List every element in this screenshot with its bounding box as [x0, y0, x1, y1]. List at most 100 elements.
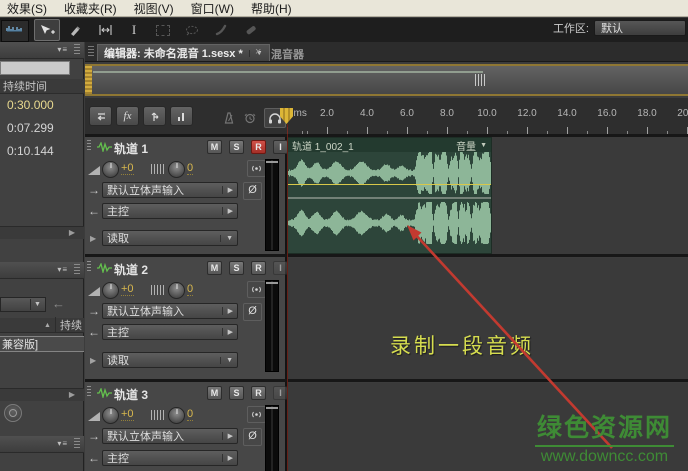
- automation-dropdown[interactable]: 读取 ▼: [102, 230, 238, 246]
- track-name[interactable]: 轨道 2: [114, 261, 148, 278]
- tab-mixer[interactable]: 混音器: [271, 46, 304, 62]
- output-dropdown[interactable]: 主控 ▶: [102, 203, 238, 219]
- track-divider[interactable]: [85, 379, 688, 382]
- pan-knob[interactable]: [168, 407, 185, 424]
- panel-grip-icon[interactable]: [88, 46, 94, 58]
- panel-menu-icon[interactable]: ▾≡: [57, 439, 68, 448]
- track-io-toggle-button[interactable]: [89, 106, 112, 126]
- input-monitor-button[interactable]: I: [273, 261, 288, 275]
- clip-header[interactable]: 轨道 1_002_1 音量 ▼: [288, 138, 491, 152]
- navigator-grip-icon[interactable]: [475, 74, 487, 86]
- marquee-selection-tool-icon[interactable]: [150, 19, 176, 41]
- clip-volume-label[interactable]: 音量: [456, 138, 476, 153]
- pan-knob[interactable]: [168, 161, 185, 178]
- volume-knob[interactable]: [102, 407, 119, 424]
- pan-knob[interactable]: [168, 282, 185, 299]
- panel-menu-icon[interactable]: ▾≡: [57, 265, 68, 274]
- track-divider[interactable]: [85, 254, 688, 257]
- track-drag-handle[interactable]: [87, 140, 91, 152]
- pan-value[interactable]: 0: [187, 409, 193, 421]
- back-arrow-icon[interactable]: ←: [52, 296, 65, 311]
- disclosure-arrow-icon[interactable]: ▶: [90, 234, 96, 243]
- volume-knob[interactable]: [102, 161, 119, 178]
- paintbrush-tool-icon[interactable]: [208, 19, 234, 41]
- metering-toggle-button[interactable]: [170, 106, 193, 126]
- input-monitor-button[interactable]: I: [273, 140, 288, 154]
- files-column-header[interactable]: ▲ 持续: [0, 318, 84, 333]
- volume-knob[interactable]: [102, 282, 119, 299]
- automation-toggle-button[interactable]: [143, 106, 166, 126]
- volume-value[interactable]: +0: [121, 284, 134, 296]
- input-dropdown[interactable]: 默认立体声输入 ▶: [102, 303, 238, 319]
- input-dropdown[interactable]: 默认立体声输入 ▶: [102, 428, 238, 444]
- record-arm-button[interactable]: R: [251, 261, 266, 275]
- scroll-right-icon[interactable]: ▶: [69, 228, 75, 237]
- chevron-down-icon[interactable]: ▼: [480, 142, 487, 149]
- phase-invert-button[interactable]: Ø: [243, 303, 262, 321]
- workspace-select[interactable]: 默认: [594, 20, 686, 36]
- menu-window[interactable]: 窗口(W): [191, 0, 234, 17]
- output-dropdown[interactable]: 主控 ▶: [102, 324, 238, 340]
- duration-row[interactable]: 0:07.299: [0, 117, 84, 139]
- fx-rack-toggle-button[interactable]: fx: [116, 106, 139, 126]
- track-name[interactable]: 轨道 1: [114, 140, 148, 157]
- mute-button[interactable]: M: [207, 386, 222, 400]
- track-name[interactable]: 轨道 3: [114, 386, 148, 403]
- playhead-line[interactable]: [287, 124, 288, 471]
- metronome-icon[interactable]: [222, 111, 236, 125]
- volume-value[interactable]: +0: [121, 409, 134, 421]
- solo-button[interactable]: S: [229, 261, 244, 275]
- time-selection-tool-icon[interactable]: I: [121, 19, 147, 41]
- pan-value[interactable]: 0: [187, 163, 193, 175]
- menu-effects[interactable]: 效果(S): [7, 0, 47, 17]
- tab-editor[interactable]: 编辑器: 未命名混音 1.sesx * ▼: [97, 44, 270, 61]
- mute-button[interactable]: M: [207, 140, 222, 154]
- duration-column-header[interactable]: 持续时间: [0, 79, 84, 94]
- input-dropdown[interactable]: 默认立体声输入 ▶: [102, 182, 238, 198]
- files-filter-dropdown[interactable]: ▼: [0, 297, 46, 312]
- close-icon[interactable]: ×: [255, 46, 261, 58]
- lasso-selection-tool-icon[interactable]: [179, 19, 205, 41]
- panel-grip-icon[interactable]: [74, 264, 80, 275]
- duration-row[interactable]: 0:30.000: [0, 94, 84, 116]
- record-arm-button[interactable]: R: [251, 386, 266, 400]
- disclosure-arrow-icon[interactable]: ▶: [90, 356, 96, 365]
- menu-favorites[interactable]: 收藏夹(R): [64, 0, 117, 17]
- menu-help[interactable]: 帮助(H): [251, 0, 292, 17]
- speaker-monitor-button[interactable]: [247, 281, 266, 298]
- volume-envelope-line[interactable]: [288, 184, 491, 185]
- alarm-clock-icon[interactable]: [243, 111, 257, 125]
- spot-healing-brush-tool-icon[interactable]: [237, 19, 263, 41]
- audio-clip[interactable]: 轨道 1_002_1 音量 ▼: [287, 137, 492, 254]
- track-lane-2[interactable]: [287, 258, 688, 379]
- solo-button[interactable]: S: [229, 386, 244, 400]
- phase-invert-button[interactable]: Ø: [243, 182, 262, 200]
- record-arm-button[interactable]: R: [251, 140, 266, 154]
- timeline-ruler[interactable]: hms 2.04.06.08.010.012.014.016.018.020.0: [283, 106, 688, 136]
- track-drag-handle[interactable]: [87, 386, 91, 398]
- scroll-right-icon[interactable]: ▶: [69, 390, 75, 399]
- output-dropdown[interactable]: 主控 ▶: [102, 450, 238, 466]
- panel-menu-icon[interactable]: ▾≡: [57, 45, 68, 54]
- phase-invert-button[interactable]: Ø: [243, 428, 262, 446]
- razor-tool-icon[interactable]: [63, 19, 89, 41]
- volume-value[interactable]: +0: [121, 163, 134, 175]
- loop-playback-button[interactable]: [4, 404, 22, 422]
- pan-value[interactable]: 0: [187, 284, 193, 296]
- mute-button[interactable]: M: [207, 261, 222, 275]
- panel-grip-icon[interactable]: [74, 438, 80, 449]
- speaker-monitor-button[interactable]: [247, 160, 266, 177]
- track-drag-handle[interactable]: [87, 261, 91, 273]
- sort-ascending-icon[interactable]: ▲: [44, 322, 51, 329]
- automation-dropdown[interactable]: 读取 ▼: [102, 352, 238, 368]
- horizontal-scrollbar[interactable]: ▶: [0, 388, 84, 401]
- move-tool-icon[interactable]: [34, 19, 60, 41]
- speaker-monitor-button[interactable]: [247, 406, 266, 423]
- duration-row[interactable]: 0:10.144: [0, 140, 84, 162]
- navigator-left-handle[interactable]: [85, 66, 92, 94]
- multitrack-view-button[interactable]: [1, 20, 29, 42]
- menu-view[interactable]: 视图(V): [134, 0, 174, 17]
- file-row-selected[interactable]: 兼容版]: [0, 336, 84, 352]
- input-monitor-button[interactable]: I: [273, 386, 288, 400]
- slip-tool-icon[interactable]: [92, 19, 118, 41]
